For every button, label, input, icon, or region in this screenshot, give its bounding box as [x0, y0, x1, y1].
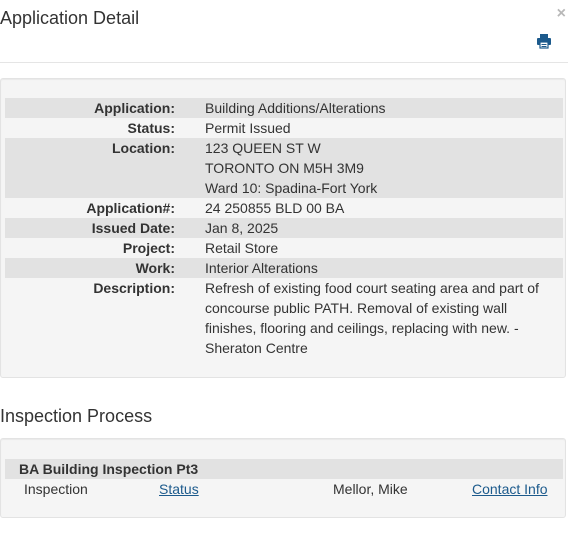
detail-row: Work: Interior Alterations: [5, 258, 563, 278]
detail-value: Jan 8, 2025: [205, 218, 563, 238]
detail-value: Building Additions/Alterations: [205, 98, 563, 118]
detail-row: Description: Refresh of existing food cou…: [5, 278, 563, 358]
detail-value-line: Refresh of existing food court seating a…: [205, 280, 539, 296]
inspection-row: Inspection Status Mellor, Mike Contact I…: [1, 479, 567, 499]
detail-gap: [175, 218, 205, 238]
detail-value-line: Permit Issued: [205, 120, 291, 136]
inspection-panel: BA Building Inspection Pt3 Inspection St…: [0, 438, 566, 518]
detail-value: Retail Store: [205, 238, 563, 258]
detail-value-line: TORONTO ON M5H 3M9: [205, 160, 364, 176]
inspector-name: Mellor, Mike: [333, 481, 408, 497]
detail-gap: [175, 278, 205, 358]
detail-value-line: 24 250855 BLD 00 BA: [205, 200, 345, 216]
detail-label: Application#:: [86, 200, 175, 216]
detail-gap: [175, 258, 205, 278]
detail-value-line: finishes, flooring and ceilings, replaci…: [205, 320, 519, 336]
inspection-type: Inspection: [24, 481, 88, 497]
detail-value-line: concourse public PATH. Removal of existi…: [205, 300, 508, 316]
detail-value: Refresh of existing food court seating a…: [205, 278, 563, 358]
detail-value: 24 250855 BLD 00 BA: [205, 198, 563, 218]
detail-label: Project:: [122, 240, 175, 256]
print-icon[interactable]: [536, 33, 552, 49]
detail-label: Application:: [5, 98, 175, 118]
page-title: Application Detail: [0, 8, 140, 28]
close-icon[interactable]: ×: [557, 6, 566, 22]
detail-value-line: Retail Store: [205, 240, 279, 256]
contact-info-link[interactable]: Contact Info: [472, 479, 548, 499]
detail-label: Issued Date:: [5, 218, 175, 238]
detail-row: Application: Building Additions/Alteratio…: [5, 98, 563, 118]
detail-value-line: Ward 10: Spadina-Fort York: [205, 180, 378, 196]
detail-row: Status: Permit Issued: [5, 118, 563, 138]
detail-row: Application#: 24 250855 BLD 00 BA: [5, 198, 563, 218]
detail-label: Location:: [5, 138, 175, 198]
status-link[interactable]: Status: [159, 479, 199, 499]
detail-gap: [175, 138, 205, 198]
detail-value-line: Building Additions/Alterations: [205, 100, 386, 116]
detail-row: Location: 123 QUEEN ST W TORONTO ON M5H 3M…: [5, 138, 563, 198]
detail-value: Interior Alterations: [205, 258, 563, 278]
detail-label: Work:: [5, 258, 175, 278]
detail-gap: [175, 198, 205, 218]
detail-row: Issued Date: Jan 8, 2025: [5, 218, 563, 238]
header-divider: [0, 62, 568, 63]
detail-gap: [175, 118, 205, 138]
detail-value-line: Sheraton Centre: [205, 340, 308, 356]
detail-label: Description:: [93, 280, 175, 296]
detail-value-line: Interior Alterations: [205, 260, 318, 276]
detail-value: 123 QUEEN ST W TORONTO ON M5H 3M9 Ward 10:…: [205, 138, 563, 198]
detail-value-line: 123 QUEEN ST W: [205, 140, 321, 156]
detail-label: Status:: [127, 120, 175, 136]
detail-gap: [175, 98, 205, 118]
inspection-group-title: BA Building Inspection Pt3: [5, 459, 563, 479]
inspection-section-title: Inspection Process: [0, 406, 153, 426]
detail-value-line: Jan 8, 2025: [205, 220, 279, 236]
application-detail-panel: Application: Building Additions/Alteratio…: [0, 78, 566, 378]
application-detail-table: Application: Building Additions/Alteratio…: [5, 98, 563, 358]
detail-row: Project: Retail Store: [5, 238, 563, 258]
detail-gap: [175, 238, 205, 258]
detail-value: Permit Issued: [205, 118, 563, 138]
